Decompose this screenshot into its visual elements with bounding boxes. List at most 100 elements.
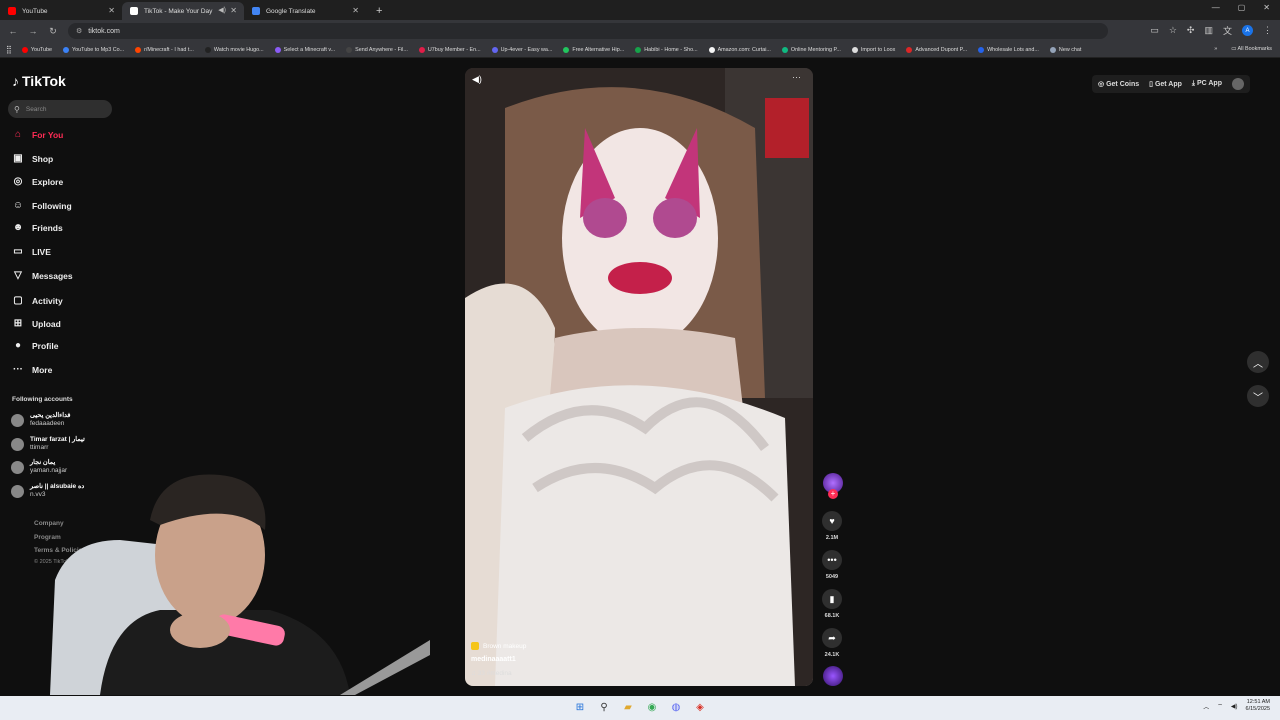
menu-icon[interactable]: ⋮ <box>1263 25 1272 36</box>
sidebar-item-more[interactable]: ··· More <box>12 364 52 375</box>
bookmark-item[interactable]: Free Alternative Hip... <box>563 46 624 53</box>
profile-avatar[interactable]: A <box>1242 25 1253 36</box>
close-icon[interactable]: ✕ <box>352 6 359 15</box>
star-icon[interactable]: ☆ <box>1169 25 1177 36</box>
site-info-icon[interactable]: ⚙ <box>76 27 82 35</box>
file-explorer-icon[interactable]: ▰ <box>622 702 634 714</box>
bookmark-item[interactable]: Habibi - Home - Sho... <box>635 46 698 53</box>
sidebar-item-upload[interactable]: ⊞ Upload <box>12 318 61 329</box>
get-app-button[interactable]: ▯ Get App <box>1149 80 1182 88</box>
tab-title: YouTube <box>22 7 48 15</box>
streamer-image <box>50 474 430 695</box>
search-input[interactable]: ⚲ Search <box>8 100 112 118</box>
volume-icon[interactable]: ◀) <box>472 74 482 85</box>
close-icon[interactable]: ✕ <box>108 6 115 15</box>
chrome-icon[interactable]: ◉ <box>646 702 658 714</box>
bookmark-item[interactable]: YouTube to Mp3 Co... <box>63 46 124 53</box>
sidebar-item-messages[interactable]: ▽ Messages <box>12 270 73 281</box>
bookmark-item[interactable]: Amazon.com: Curtai... <box>708 46 771 53</box>
chevron-down-icon: ﹀ <box>1253 392 1263 404</box>
bookmark-item[interactable]: r/Minecraft - I had t... <box>135 46 194 53</box>
next-video-button[interactable]: ﹀ <box>1247 385 1269 407</box>
tray-chevron-icon[interactable]: ︿ <box>1203 702 1209 711</box>
sidebar-item-explore[interactable]: ◎ Explore <box>12 176 64 187</box>
volume-tray-icon[interactable]: ◀) <box>1231 703 1238 710</box>
reload-icon[interactable]: ↻ <box>46 26 60 37</box>
chevron-right-icon[interactable]: » <box>1214 46 1217 52</box>
more-options-icon[interactable]: ··· <box>792 72 801 82</box>
sidebar-item-profile[interactable]: ● Profile <box>12 340 58 351</box>
bookmark-favicon-icon <box>978 46 985 53</box>
bookmark-label: Amazon.com: Curtai... <box>717 46 771 53</box>
all-bookmarks[interactable]: ▭ All Bookmarks <box>1231 46 1272 52</box>
following-account[interactable]: فداءالدين يحيى fedaaadeen <box>11 412 71 428</box>
speaker-icon[interactable]: ◀) <box>218 6 226 14</box>
discord-icon[interactable]: ◍ <box>670 702 682 714</box>
bookmark-favicon-icon <box>781 46 788 53</box>
url-field[interactable]: ⚙ tiktok.com <box>68 23 1108 39</box>
bookmark-item[interactable]: New chat <box>1049 46 1081 53</box>
pc-app-button[interactable]: ⤓ PC App <box>1192 80 1222 88</box>
bookmarks-right: » ▭ All Bookmarks <box>1214 46 1272 52</box>
music-disc-icon[interactable] <box>823 666 843 686</box>
bookmark-favicon-icon <box>274 46 281 53</box>
bookmark-item[interactable]: Up-4ever - Easy wa... <box>491 46 552 53</box>
windows-start-icon[interactable]: ⊞ <box>574 702 586 714</box>
sidebar-item-following[interactable]: ☺ Following <box>12 200 72 211</box>
new-tab-button[interactable]: + <box>376 2 382 20</box>
video-caption-text[interactable]: 33 #medina <box>478 670 512 677</box>
bookmark-item[interactable]: YouTube <box>21 46 52 53</box>
bookmark-item[interactable]: Import to Loox <box>851 46 895 53</box>
video-player[interactable] <box>465 68 813 686</box>
clock[interactable]: 12:51 AM 6/15/2025 <box>1246 699 1270 713</box>
sidebar-item-live[interactable]: ▭ LIVE <box>12 246 51 257</box>
account-name: يمان نجار <box>30 459 56 466</box>
sidebar-item-activity[interactable]: ▢ Activity <box>12 295 62 306</box>
minimize-icon[interactable]: — <box>1212 3 1220 12</box>
sidebar-item-friends[interactable]: ☻ Friends <box>12 222 63 233</box>
close-window-icon[interactable]: ✕ <box>1263 3 1270 12</box>
sidebar-item-for-you[interactable]: ⌂ For You <box>12 129 63 140</box>
tab-youtube[interactable]: YouTube ✕ <box>0 2 122 20</box>
search-icon[interactable]: ⚲ <box>598 702 610 714</box>
video-author[interactable]: medinaaaatt1 <box>471 656 516 663</box>
bookmark-item[interactable]: Wholesale Lots and... <box>978 46 1039 53</box>
friends-icon: ☻ <box>12 222 24 233</box>
bookmark-item[interactable]: Watch movie Hugo... <box>204 46 264 53</box>
sidebar-item-shop[interactable]: ▣ Shop <box>12 153 53 164</box>
tiktok-logo[interactable]: ♪ TikTok <box>12 73 66 89</box>
apps-icon[interactable]: ⣿ <box>6 45 12 54</box>
tab-google-translate[interactable]: Google Translate ✕ <box>244 2 366 20</box>
comment-icon[interactable]: ••• <box>822 550 842 570</box>
bookmark-item[interactable]: Online Mentoring P... <box>781 46 841 53</box>
close-icon[interactable]: ✕ <box>230 6 237 15</box>
bookmark-icon[interactable]: ▮ <box>822 589 842 609</box>
bookmark-item[interactable]: Select a Minecraft v... <box>274 46 335 53</box>
heart-icon[interactable]: ♥ <box>822 511 842 531</box>
previous-video-button[interactable]: ︿ <box>1247 351 1269 373</box>
chevron-up-icon: ︿ <box>1253 358 1263 370</box>
extensions-icon[interactable]: ✣ <box>1187 25 1195 36</box>
user-icon: ☺ <box>12 200 24 211</box>
sidepanel-icon[interactable]: ▥ <box>1204 25 1213 36</box>
user-avatar[interactable] <box>1232 78 1244 90</box>
sidebar-item-label: Shop <box>32 153 54 164</box>
cast-icon[interactable]: ▭ <box>1150 25 1159 36</box>
webcam-overlay <box>10 470 430 695</box>
translate-icon[interactable]: 文 <box>1223 24 1232 37</box>
back-icon[interactable]: ← <box>6 26 20 36</box>
tab-tiktok[interactable]: TikTok - Make Your Day ◀) ✕ <box>122 2 244 20</box>
maximize-icon[interactable]: ▢ <box>1238 3 1246 12</box>
follow-plus-icon[interactable]: + <box>828 489 838 499</box>
following-account[interactable]: Timar farzat | تيمار ttimarr <box>11 436 85 452</box>
bookmark-item[interactable]: Send Anywhere - Fil... <box>346 46 408 53</box>
video-tag[interactable]: Brown makeup <box>471 642 526 650</box>
bookmark-item[interactable]: U7buy Member - En... <box>418 46 481 53</box>
get-coins-button[interactable]: ◎ Get Coins <box>1098 80 1139 88</box>
bookmark-item[interactable]: Advanced Dupont P... <box>906 46 967 53</box>
action-count: 24.1K <box>824 652 840 658</box>
app-icon[interactable]: ◈ <box>694 702 706 714</box>
share-icon[interactable]: ➦ <box>822 628 842 648</box>
forward-icon[interactable]: → <box>26 26 40 36</box>
network-icon[interactable]: ⌔ <box>1217 702 1223 710</box>
